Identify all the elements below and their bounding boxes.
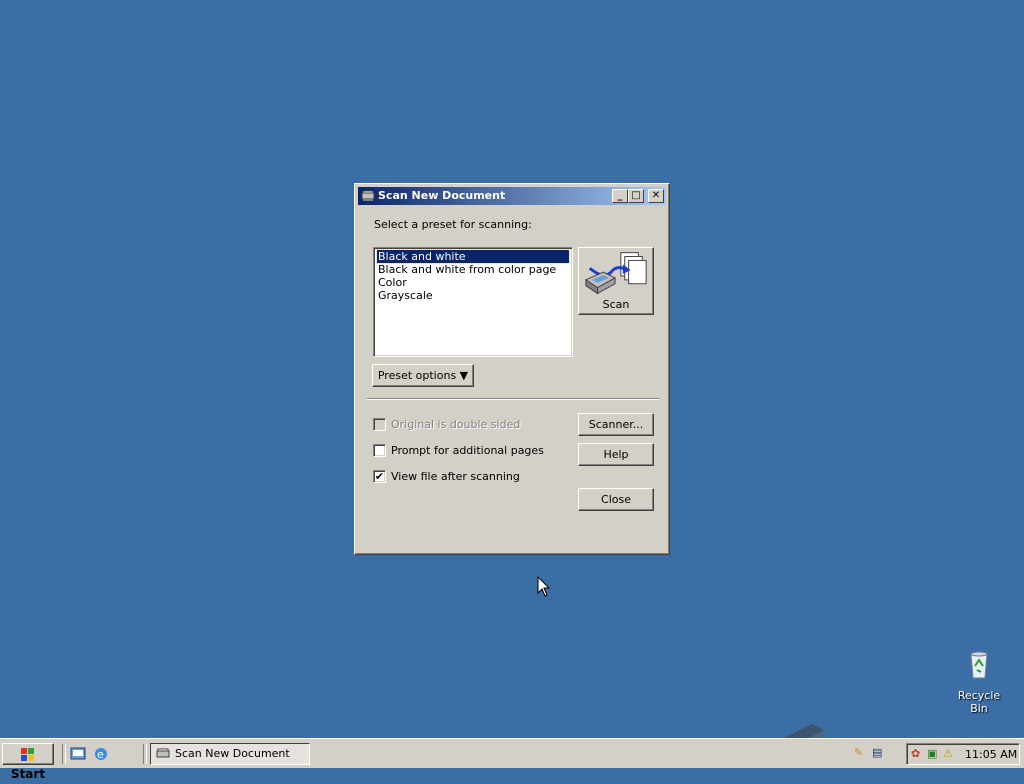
view-file-after-scanning-checkbox[interactable]: ✔: [373, 470, 386, 483]
svg-text:e: e: [97, 748, 104, 761]
recycle-bin-label: Recycle Bin: [957, 689, 1001, 715]
clock[interactable]: 11:05 AM: [965, 748, 1017, 761]
task-divider: [143, 744, 147, 764]
task-label: Scan New Document: [175, 747, 290, 760]
start-button[interactable]: Start: [2, 743, 54, 781]
taskbar-task-scan-new-document[interactable]: Scan New Document: [150, 743, 310, 765]
preset-item-color[interactable]: Color: [377, 276, 408, 289]
system-tray: ✿ ▣ ⚠ 11:05 AM: [906, 743, 1020, 765]
windows-logo-icon: [21, 747, 34, 761]
help-button[interactable]: Help: [578, 443, 654, 466]
notepad-icon[interactable]: ▤: [872, 746, 882, 759]
separator: [367, 398, 659, 400]
quicklaunch-divider: [62, 744, 66, 764]
recycle-bin[interactable]: Recycle Bin: [948, 648, 1010, 715]
prompt-additional-pages-label: Prompt for additional pages: [391, 444, 544, 457]
mouse-cursor-icon: [537, 576, 551, 597]
preset-item-black-and-white-from-color[interactable]: Black and white from color page: [377, 263, 557, 276]
scan-icon: [584, 252, 647, 295]
scanner-task-icon: [156, 748, 170, 758]
recycle-bin-icon: [970, 651, 988, 679]
minimize-button[interactable]: _: [612, 189, 628, 203]
pencil-icon[interactable]: ✎: [854, 746, 863, 759]
preset-options-button[interactable]: Preset options ▼: [372, 364, 474, 387]
taskbar: Start e Scan New Document ✎ ▤ ✿ ▣ ⚠ 11:0…: [0, 738, 1024, 781]
quick-tray-icons: ✎ ▤: [840, 746, 900, 762]
show-desktop-icon[interactable]: [70, 746, 86, 762]
double-sided-checkbox[interactable]: [373, 418, 386, 431]
checkmark-icon: ✔: [374, 470, 385, 483]
window-title: Scan New Document: [378, 189, 506, 202]
prompt-additional-pages-checkbox[interactable]: [373, 444, 386, 457]
preset-item-black-and-white[interactable]: Black and white: [376, 249, 570, 264]
preset-options-label: Preset options: [377, 369, 457, 382]
dropdown-arrow-icon: ▼: [459, 369, 469, 382]
tray-icon-1[interactable]: ✿: [911, 747, 920, 760]
preset-label: Select a preset for scanning:: [374, 218, 532, 231]
warning-icon[interactable]: ⚠: [943, 747, 953, 760]
scan-button-label: Scan: [602, 298, 630, 311]
tray-icon-2[interactable]: ▣: [927, 747, 937, 760]
internet-explorer-icon[interactable]: e: [93, 746, 109, 762]
close-button[interactable]: Close: [578, 488, 654, 511]
close-window-button[interactable]: ✕: [648, 189, 664, 203]
scan-button[interactable]: Scan: [578, 247, 654, 315]
scanner-app-icon: [361, 190, 375, 201]
preset-item-grayscale[interactable]: Grayscale: [377, 289, 434, 302]
title-bar[interactable]: Scan New Document _ □ ✕: [358, 187, 666, 205]
maximize-button[interactable]: □: [628, 189, 644, 203]
preset-listbox[interactable]: Black and white Black and white from col…: [373, 247, 573, 357]
view-file-after-scanning-label: View file after scanning: [391, 470, 520, 483]
scanner-button[interactable]: Scanner...: [578, 413, 654, 436]
double-sided-label: Original is double sided: [391, 418, 521, 431]
scan-new-document-window: Scan New Document _ □ ✕ Select a preset …: [354, 183, 670, 555]
start-label: Start: [10, 767, 46, 781]
